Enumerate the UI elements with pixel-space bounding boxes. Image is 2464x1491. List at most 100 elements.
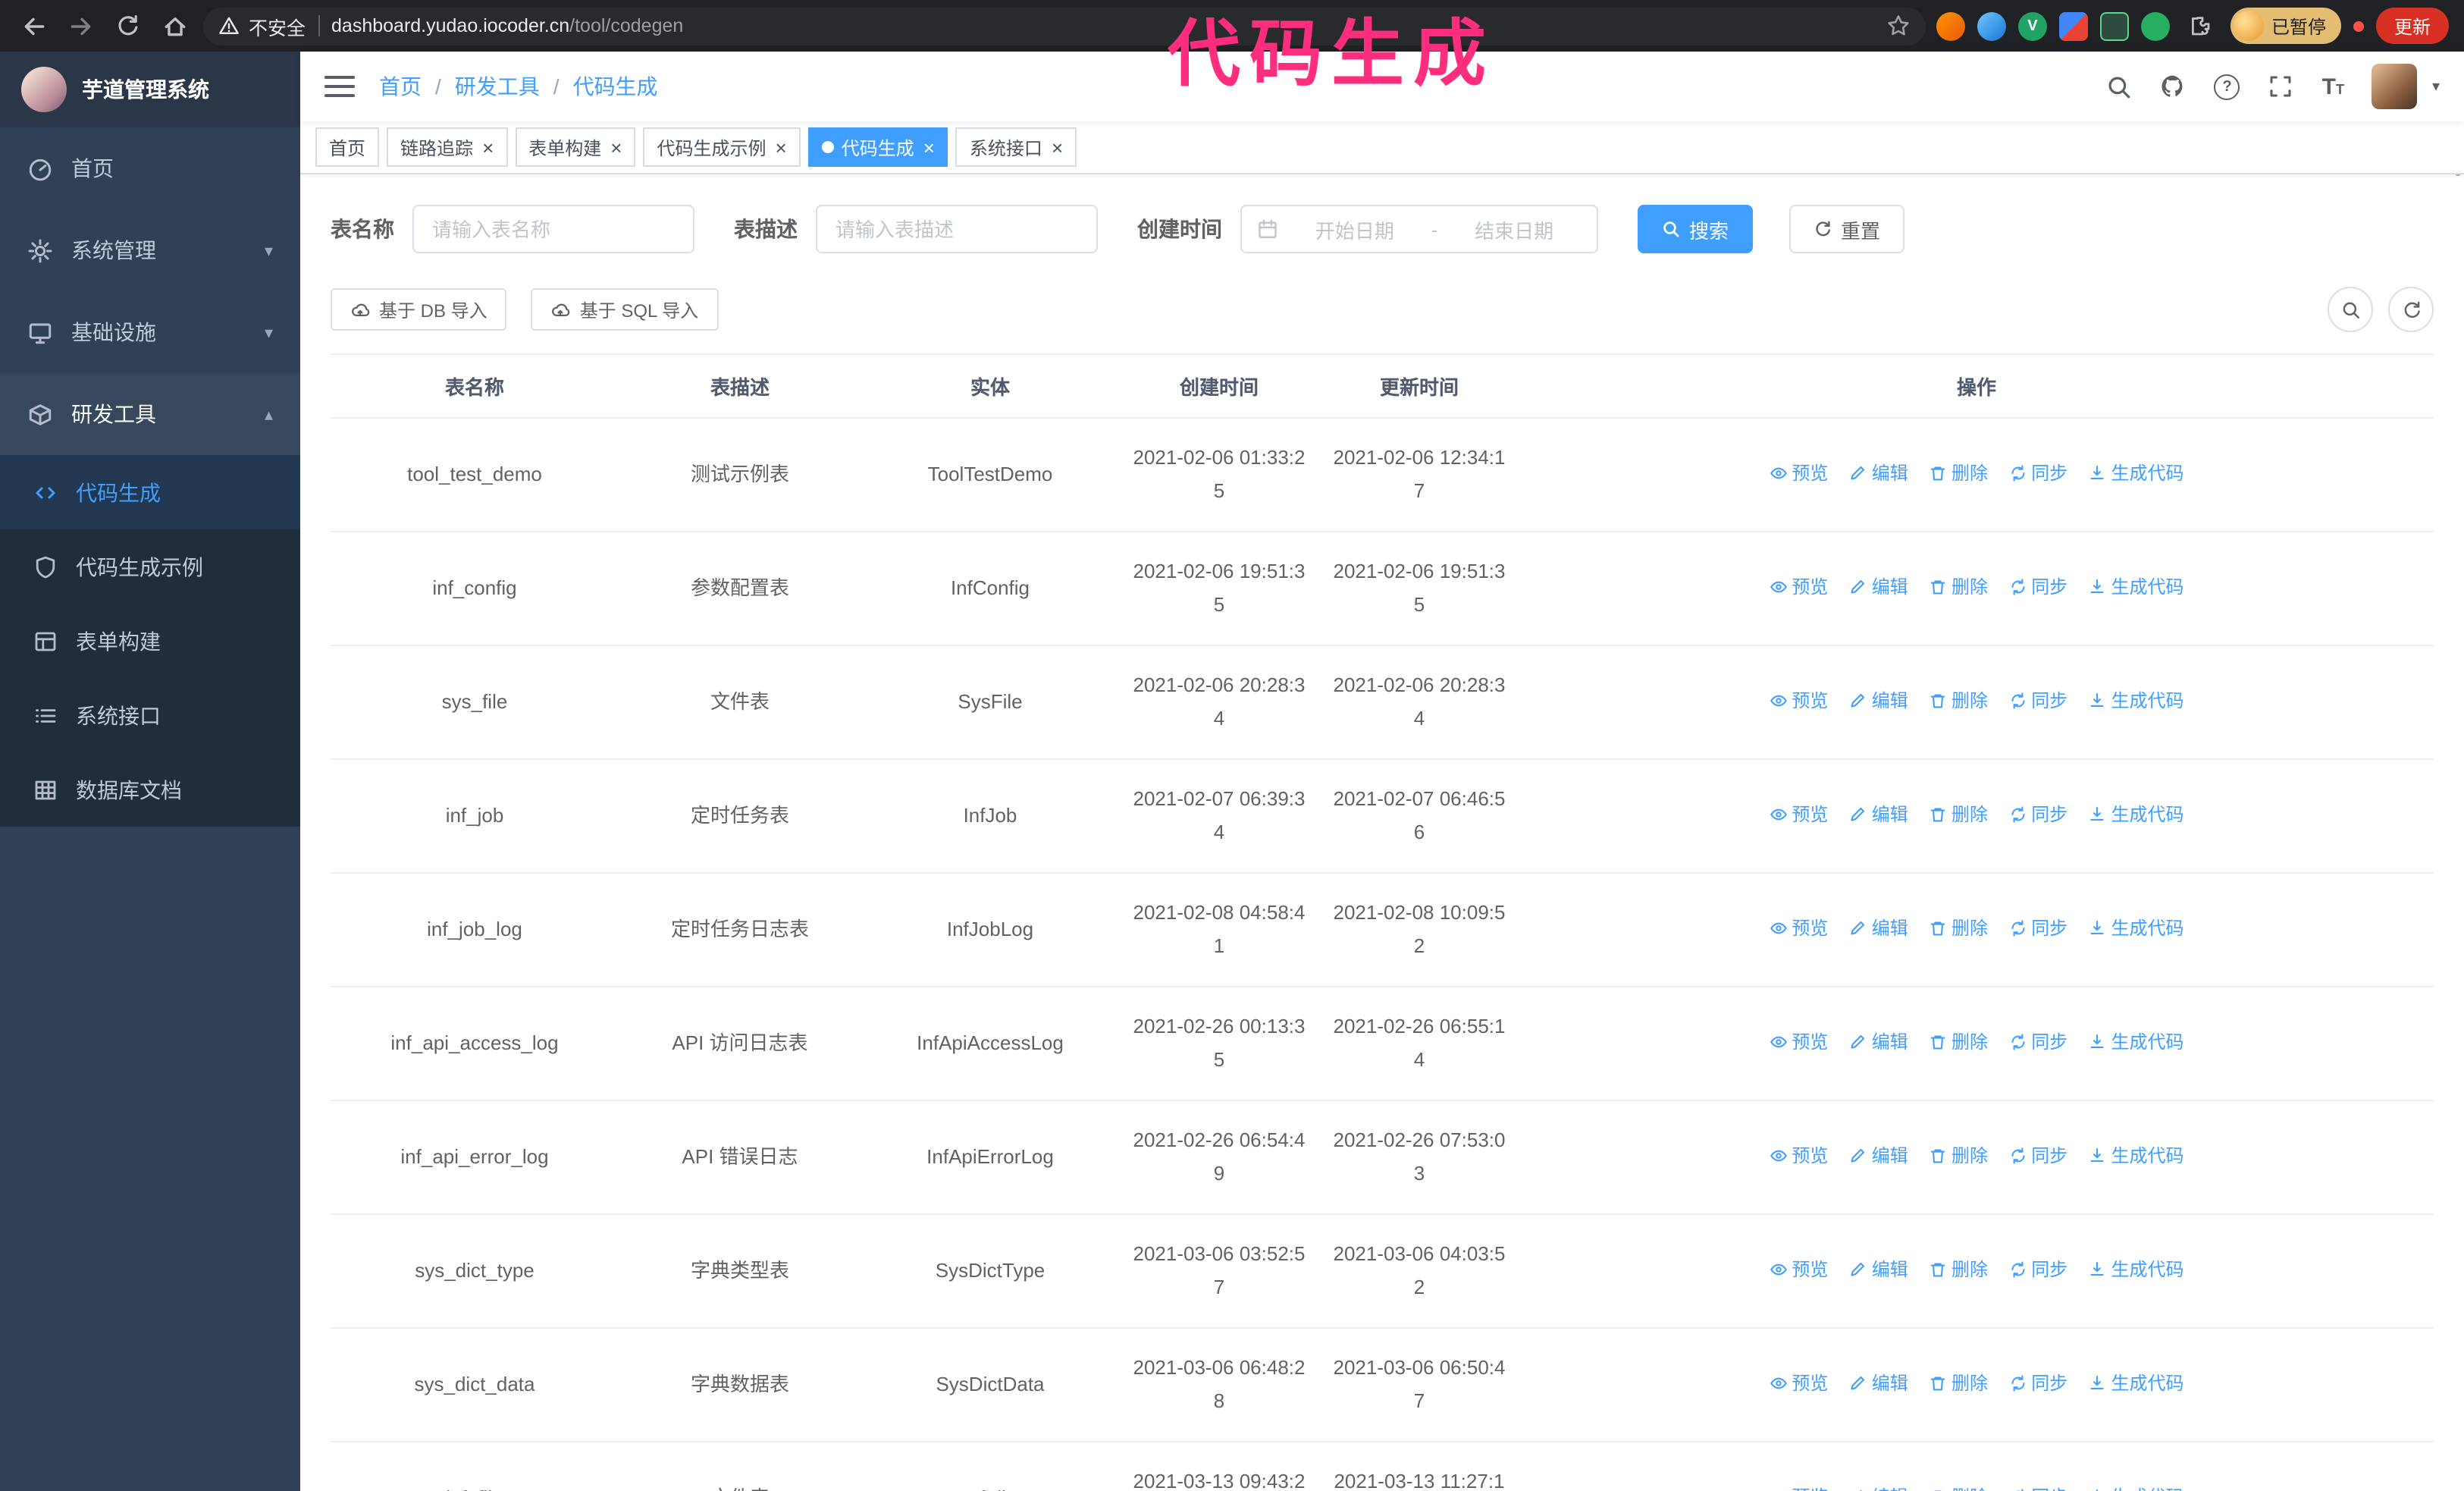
preview-link[interactable]: 预览 bbox=[1769, 798, 1828, 831]
preview-link[interactable]: 预览 bbox=[1769, 684, 1828, 717]
breadcrumb-devtools[interactable]: 研发工具 bbox=[455, 71, 540, 102]
date-range-picker[interactable]: 开始日期 - 结束日期 bbox=[1240, 205, 1598, 253]
delete-link[interactable]: 删除 bbox=[1929, 684, 1988, 717]
breadcrumb-home[interactable]: 首页 bbox=[379, 71, 422, 102]
table-name-input[interactable] bbox=[412, 205, 694, 253]
close-icon[interactable]: × bbox=[923, 137, 935, 157]
delete-link[interactable]: 删除 bbox=[1929, 1139, 1988, 1172]
sidebar-item-devtools[interactable]: 研发工具 ▴ bbox=[0, 373, 300, 455]
edit-link[interactable]: 编辑 bbox=[1849, 570, 1908, 604]
home-icon[interactable] bbox=[156, 8, 193, 44]
sync-link[interactable]: 同步 bbox=[2008, 1367, 2067, 1400]
extensions-puzzle-icon[interactable] bbox=[2182, 8, 2218, 44]
generate-code-link[interactable]: 生成代码 bbox=[2089, 1480, 2184, 1491]
preview-link[interactable]: 预览 bbox=[1769, 1139, 1828, 1172]
end-date-placeholder[interactable]: 结束日期 bbox=[1447, 215, 1582, 243]
generate-code-link[interactable]: 生成代码 bbox=[2089, 1367, 2184, 1400]
bookmark-star-icon[interactable] bbox=[1886, 14, 1911, 38]
search-icon[interactable] bbox=[2105, 73, 2133, 100]
sync-link[interactable]: 同步 bbox=[2008, 912, 2067, 945]
generate-code-link[interactable]: 生成代码 bbox=[2089, 570, 2184, 604]
delete-link[interactable]: 删除 bbox=[1929, 1025, 1988, 1059]
close-icon[interactable]: × bbox=[1052, 137, 1063, 157]
sync-link[interactable]: 同步 bbox=[2008, 798, 2067, 831]
tab-system-api[interactable]: 系统接口 × bbox=[955, 127, 1077, 167]
tab-tracing[interactable]: 链路追踪 × bbox=[387, 127, 508, 167]
delete-link[interactable]: 删除 bbox=[1929, 912, 1988, 945]
reload-icon[interactable] bbox=[109, 8, 146, 44]
extension-icon-4[interactable] bbox=[2058, 11, 2088, 40]
sync-link[interactable]: 同步 bbox=[2008, 1253, 2067, 1286]
back-icon[interactable] bbox=[15, 8, 52, 44]
extension-icon-1[interactable] bbox=[1936, 11, 1965, 40]
generate-code-link[interactable]: 生成代码 bbox=[2089, 1025, 2184, 1059]
edit-link[interactable]: 编辑 bbox=[1849, 798, 1908, 831]
search-button[interactable]: 搜索 bbox=[1638, 205, 1754, 253]
preview-link[interactable]: 预览 bbox=[1769, 912, 1828, 945]
forward-icon[interactable] bbox=[62, 8, 99, 44]
sidebar-item-codegen[interactable]: 代码生成 bbox=[0, 455, 300, 529]
preview-link[interactable]: 预览 bbox=[1769, 1253, 1828, 1286]
help-icon[interactable]: ? bbox=[2214, 74, 2240, 99]
edit-link[interactable]: 编辑 bbox=[1849, 1025, 1908, 1059]
extension-icon-3[interactable]: V bbox=[2017, 11, 2047, 40]
refresh-table-button[interactable] bbox=[2388, 287, 2434, 332]
extension-icon-2[interactable] bbox=[1977, 11, 2006, 40]
delete-link[interactable]: 删除 bbox=[1929, 457, 1988, 490]
sidebar-item-db-doc[interactable]: 数据库文档 bbox=[0, 752, 300, 827]
generate-code-link[interactable]: 生成代码 bbox=[2089, 912, 2184, 945]
delete-link[interactable]: 删除 bbox=[1929, 570, 1988, 604]
update-button[interactable]: 更新 bbox=[2375, 8, 2449, 44]
edit-link[interactable]: 编辑 bbox=[1849, 1367, 1908, 1400]
import-db-button[interactable]: 基于 DB 导入 bbox=[331, 288, 507, 331]
generate-code-link[interactable]: 生成代码 bbox=[2089, 1253, 2184, 1286]
table-desc-input[interactable] bbox=[816, 205, 1098, 253]
sidebar-item-codegen-example[interactable]: 代码生成示例 bbox=[0, 529, 300, 604]
extension-icon-6[interactable] bbox=[2140, 11, 2170, 40]
text-size-icon[interactable]: TT bbox=[2322, 74, 2344, 99]
reset-button[interactable]: 重置 bbox=[1789, 205, 1905, 253]
import-sql-button[interactable]: 基于 SQL 导入 bbox=[531, 288, 719, 331]
github-icon[interactable] bbox=[2160, 73, 2187, 100]
sidebar-item-home[interactable]: 首页 bbox=[0, 127, 300, 209]
extension-icon-5[interactable] bbox=[2099, 11, 2129, 40]
generate-code-link[interactable]: 生成代码 bbox=[2089, 1139, 2184, 1172]
sync-link[interactable]: 同步 bbox=[2008, 684, 2067, 717]
edit-link[interactable]: 编辑 bbox=[1849, 457, 1908, 490]
fullscreen-icon[interactable] bbox=[2268, 73, 2295, 100]
preview-link[interactable]: 预览 bbox=[1769, 570, 1828, 604]
tab-home[interactable]: 首页 bbox=[315, 127, 380, 167]
sidebar-item-infra[interactable]: 基础设施 ▾ bbox=[0, 291, 300, 373]
preview-link[interactable]: 预览 bbox=[1769, 1025, 1828, 1059]
delete-link[interactable]: 删除 bbox=[1929, 1367, 1988, 1400]
sync-link[interactable]: 同步 bbox=[2008, 570, 2067, 604]
delete-link[interactable]: 删除 bbox=[1929, 1253, 1988, 1286]
edit-link[interactable]: 编辑 bbox=[1849, 912, 1908, 945]
close-icon[interactable]: × bbox=[776, 137, 787, 157]
hamburger-icon[interactable] bbox=[324, 76, 355, 97]
profile-paused-badge[interactable]: 已暂停 bbox=[2230, 8, 2341, 44]
start-date-placeholder[interactable]: 开始日期 bbox=[1287, 215, 1422, 243]
tab-form-builder[interactable]: 表单构建 × bbox=[515, 127, 636, 167]
preview-link[interactable]: 预览 bbox=[1769, 1480, 1828, 1491]
sidebar-item-form-builder[interactable]: 表单构建 bbox=[0, 604, 300, 678]
sidebar-item-system[interactable]: 系统管理 ▾ bbox=[0, 209, 300, 291]
delete-link[interactable]: 删除 bbox=[1929, 798, 1988, 831]
close-icon[interactable]: × bbox=[482, 137, 494, 157]
close-icon[interactable]: × bbox=[610, 137, 622, 157]
generate-code-link[interactable]: 生成代码 bbox=[2089, 457, 2184, 490]
sync-link[interactable]: 同步 bbox=[2008, 1025, 2067, 1059]
logo-bar[interactable]: 芋道管理系统 bbox=[0, 52, 300, 127]
generate-code-link[interactable]: 生成代码 bbox=[2089, 684, 2184, 717]
preview-link[interactable]: 预览 bbox=[1769, 457, 1828, 490]
sync-link[interactable]: 同步 bbox=[2008, 1480, 2067, 1491]
sidebar-item-system-api[interactable]: 系统接口 bbox=[0, 678, 300, 752]
sync-link[interactable]: 同步 bbox=[2008, 457, 2067, 490]
edit-link[interactable]: 编辑 bbox=[1849, 1253, 1908, 1286]
avatar-caret-icon[interactable]: ▾ bbox=[2432, 78, 2440, 95]
delete-link[interactable]: 删除 bbox=[1929, 1480, 1988, 1491]
address-bar[interactable]: 不安全 dashboard.yudao.iocoder.cn/tool/code… bbox=[203, 7, 1926, 45]
sync-link[interactable]: 同步 bbox=[2008, 1139, 2067, 1172]
user-avatar[interactable] bbox=[2371, 64, 2417, 109]
generate-code-link[interactable]: 生成代码 bbox=[2089, 798, 2184, 831]
